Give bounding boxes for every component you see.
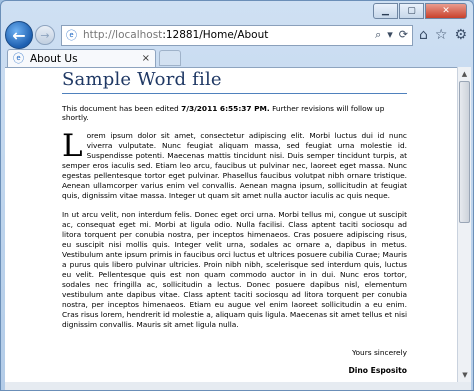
drop-cap: L — [62, 128, 83, 164]
signoff: Yours sincerely — [351, 348, 407, 357]
edit-date: 7/3/2011 6:55:37 PM. — [181, 104, 270, 113]
scroll-up-icon[interactable]: ▲ — [458, 67, 471, 81]
address-bar[interactable]: ⓔ http://localhost:12881/Home/About ⌕ ▾ … — [61, 24, 413, 46]
window-caption-buttons: ▁ ▢ ✕ — [373, 3, 467, 19]
page-viewport: Sample Word file This document has been … — [5, 67, 457, 382]
refresh-icon[interactable]: ⟳ — [399, 28, 408, 42]
search-icon[interactable]: ⌕ — [375, 28, 381, 42]
chevron-down-icon[interactable]: ▾ — [387, 28, 393, 42]
url-path: :12881/Home/About — [162, 29, 269, 41]
command-icons: ⌂ ☆ ⚙ — [419, 27, 467, 43]
signature: Dino Esposito — [348, 366, 407, 375]
browser-window: ▁ ▢ ✕ ← → ⓔ http://localhost:12881/Home/… — [0, 0, 474, 391]
new-tab-button[interactable] — [159, 50, 181, 66]
tab-title: About Us — [30, 52, 78, 65]
page-icon: ⓔ — [66, 28, 77, 42]
paragraph-1: Lorem ipsum dolor sit amet, consectetur … — [62, 131, 407, 201]
tab-strip: ⓔ About Us × — [5, 49, 469, 67]
gear-icon[interactable]: ⚙ — [454, 27, 467, 43]
vertical-scrollbar[interactable]: ▲ ▼ — [457, 67, 471, 382]
status-bar — [5, 382, 471, 390]
minimize-button[interactable]: ▁ — [373, 3, 398, 19]
paragraph-1-text: orem ipsum dolor sit amet, consectetur a… — [62, 131, 407, 200]
tab-close-icon[interactable]: × — [142, 53, 150, 64]
document: Sample Word file This document has been … — [62, 68, 407, 375]
paragraph-2: In ut arcu velit, non interdum felis. Do… — [62, 210, 407, 329]
close-button[interactable]: ✕ — [425, 3, 467, 19]
page-icon: ⓔ — [13, 52, 24, 65]
address-actions: ⌕ ▾ ⟳ — [375, 28, 408, 42]
scroll-down-icon[interactable]: ▼ — [458, 368, 472, 382]
maximize-button[interactable]: ▢ — [399, 3, 424, 19]
page-title: Sample Word file — [62, 69, 407, 94]
url-host: http://localhost — [83, 29, 163, 41]
edit-notice: This document has been edited 7/3/2011 6… — [62, 104, 407, 122]
scroll-thumb[interactable] — [459, 81, 470, 223]
tab-about-us[interactable]: ⓔ About Us × — [7, 49, 156, 67]
back-arrow-icon[interactable]: ← — [5, 21, 33, 49]
edit-prefix: This document has been edited — [62, 104, 179, 113]
star-icon[interactable]: ☆ — [435, 27, 448, 43]
home-icon[interactable]: ⌂ — [419, 27, 428, 43]
forward-arrow-icon[interactable]: → — [35, 25, 55, 45]
navigation-bar: ← → ⓔ http://localhost:12881/Home/About … — [5, 21, 469, 49]
